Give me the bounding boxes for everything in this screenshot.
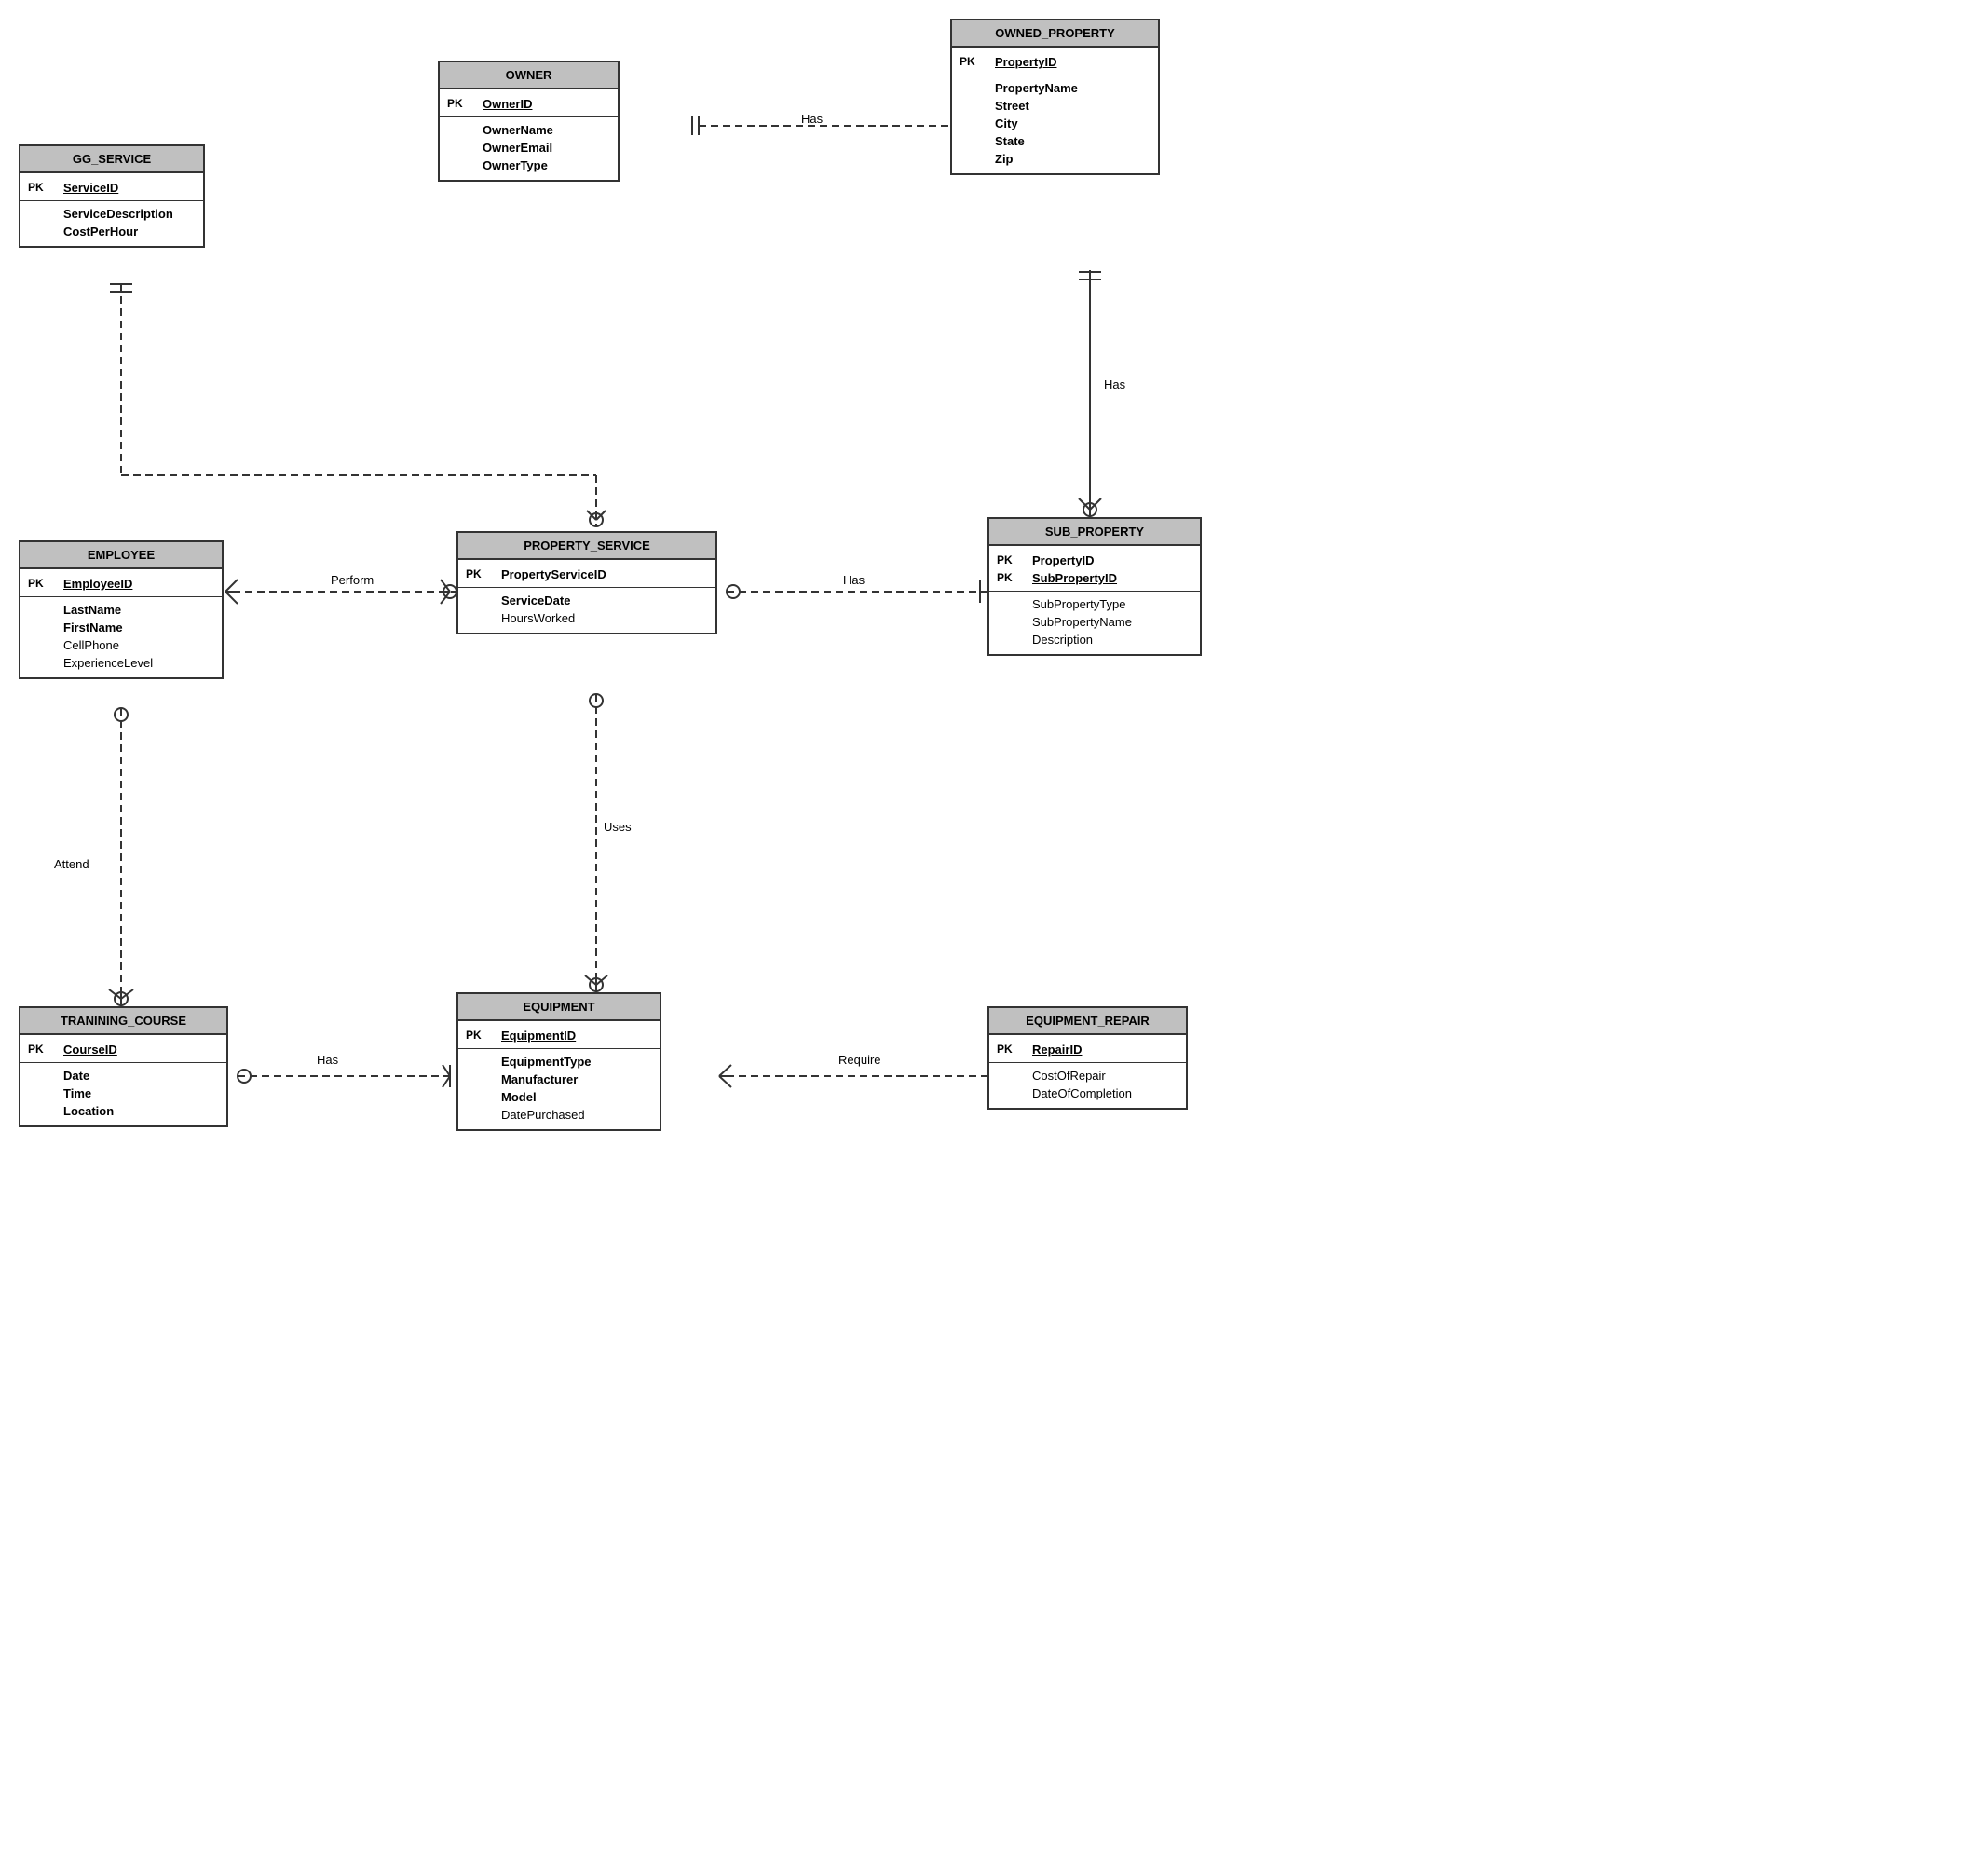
table-header-employee: EMPLOYEE bbox=[20, 542, 222, 569]
table-equipment-repair: EQUIPMENT_REPAIR PK RepairID CostOfRepai… bbox=[987, 1006, 1188, 1110]
field-sub-property-type: SubPropertyType bbox=[1032, 597, 1192, 611]
table-owner: OWNER PK OwnerID OwnerName OwnerEmail Ow… bbox=[438, 61, 620, 182]
table-header-equipment-repair: EQUIPMENT_REPAIR bbox=[989, 1008, 1186, 1035]
label-has-ps-sub: Has bbox=[843, 573, 865, 587]
field-time: Time bbox=[63, 1086, 219, 1100]
table-header-training-course: TRANINING_COURSE bbox=[20, 1008, 226, 1035]
field-sub-property-name: SubPropertyName bbox=[1032, 615, 1192, 629]
field-state: State bbox=[995, 134, 1151, 148]
field-property-service-id: PropertyServiceID bbox=[501, 567, 708, 581]
table-equipment: EQUIPMENT PK EquipmentID EquipmentType M… bbox=[456, 992, 661, 1131]
field-city: City bbox=[995, 116, 1151, 130]
field-service-desc: ServiceDescription bbox=[63, 207, 196, 221]
field-service-date: ServiceDate bbox=[501, 593, 708, 607]
field-equipment-id: EquipmentID bbox=[501, 1029, 652, 1043]
label-has-property-sub: Has bbox=[1104, 377, 1125, 391]
label-attend: Attend bbox=[54, 857, 89, 871]
field-employee-id: EmployeeID bbox=[63, 577, 214, 591]
field-description: Description bbox=[1032, 633, 1192, 647]
field-zip: Zip bbox=[995, 152, 1151, 166]
field-property-name: PropertyName bbox=[995, 81, 1151, 95]
field-equipment-type: EquipmentType bbox=[501, 1055, 652, 1069]
table-gg-service: GG_SERVICE PK ServiceID ServiceDescripti… bbox=[19, 144, 205, 248]
table-header-owner: OWNER bbox=[440, 62, 618, 89]
table-property-service: PROPERTY_SERVICE PK PropertyServiceID Se… bbox=[456, 531, 717, 634]
label-require: Require bbox=[838, 1053, 881, 1067]
field-experience-level: ExperienceLevel bbox=[63, 656, 214, 670]
field-repair-id: RepairID bbox=[1032, 1043, 1178, 1057]
field-owner-id: OwnerID bbox=[483, 97, 610, 111]
table-header-property-service: PROPERTY_SERVICE bbox=[458, 533, 715, 560]
field-street: Street bbox=[995, 99, 1151, 113]
field-last-name: LastName bbox=[63, 603, 214, 617]
table-training-course: TRANINING_COURSE PK CourseID Date Time L… bbox=[19, 1006, 228, 1127]
field-hours-worked: HoursWorked bbox=[501, 611, 708, 625]
field-manufacturer: Manufacturer bbox=[501, 1072, 652, 1086]
field-cell-phone: CellPhone bbox=[63, 638, 214, 652]
field-date: Date bbox=[63, 1069, 219, 1083]
table-header-sub-property: SUB_PROPERTY bbox=[989, 519, 1200, 546]
label-has-owner-property: Has bbox=[801, 112, 823, 126]
field-owner-email: OwnerEmail bbox=[483, 141, 610, 155]
table-owned-property: OWNED_PROPERTY PK PropertyID PropertyNam… bbox=[950, 19, 1160, 175]
table-header-equipment: EQUIPMENT bbox=[458, 994, 660, 1021]
label-perform: Perform bbox=[331, 573, 374, 587]
table-employee: EMPLOYEE PK EmployeeID LastName FirstNam… bbox=[19, 540, 224, 679]
field-course-id: CourseID bbox=[63, 1043, 219, 1057]
field-cost-of-repair: CostOfRepair bbox=[1032, 1069, 1178, 1083]
pk-label-service-id: PK bbox=[28, 181, 56, 194]
field-date-purchased: DatePurchased bbox=[501, 1108, 652, 1122]
field-first-name: FirstName bbox=[63, 621, 214, 634]
field-service-id: ServiceID bbox=[63, 181, 196, 195]
field-location: Location bbox=[63, 1104, 219, 1118]
field-date-of-completion: DateOfCompletion bbox=[1032, 1086, 1178, 1100]
field-model: Model bbox=[501, 1090, 652, 1104]
er-diagram-svg bbox=[0, 0, 1988, 1855]
label-uses: Uses bbox=[604, 820, 632, 834]
table-header-gg-service: GG_SERVICE bbox=[20, 146, 203, 173]
table-header-owned-property: OWNED_PROPERTY bbox=[952, 20, 1158, 48]
field-property-id-owned: PropertyID bbox=[995, 55, 1151, 69]
field-cost-per-hour: CostPerHour bbox=[63, 225, 196, 239]
field-owner-name: OwnerName bbox=[483, 123, 610, 137]
field-sub-property-id1: PropertyID bbox=[1032, 553, 1192, 567]
label-has-tc-eq: Has bbox=[317, 1053, 338, 1067]
field-sub-property-id2: SubPropertyID bbox=[1032, 571, 1192, 585]
table-sub-property: SUB_PROPERTY PK PropertyID PK SubPropert… bbox=[987, 517, 1202, 656]
field-owner-type: OwnerType bbox=[483, 158, 610, 172]
